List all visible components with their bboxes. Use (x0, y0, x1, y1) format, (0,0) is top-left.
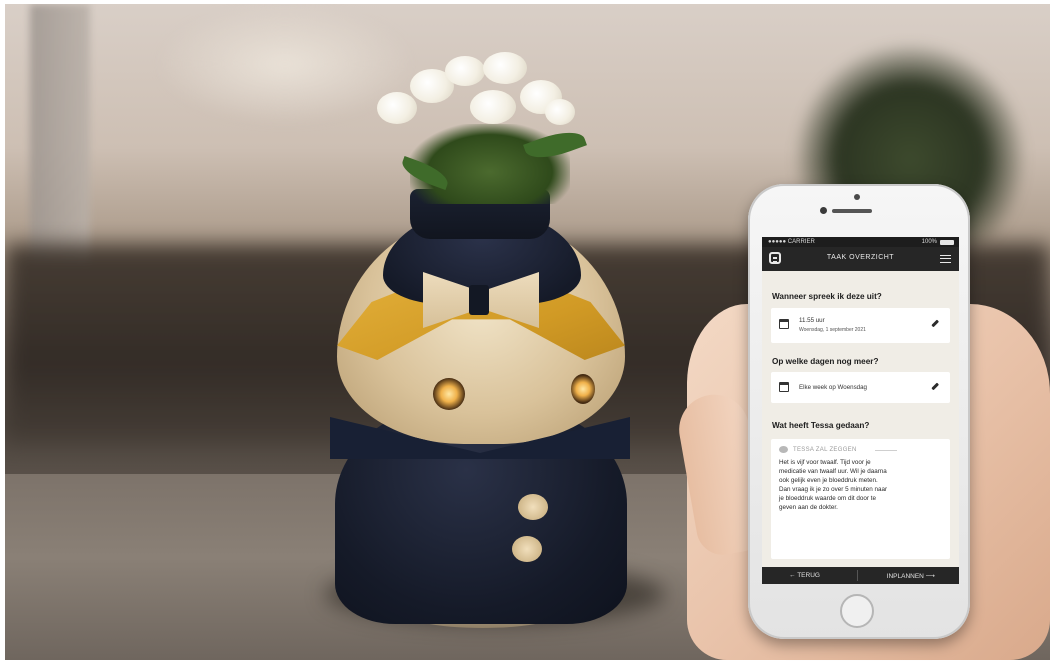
background-window (30, 4, 90, 264)
time-value: 11.55 uur (799, 317, 825, 324)
speech-bubble-icon (779, 446, 788, 453)
hamburger-menu-icon[interactable] (940, 255, 951, 263)
date-value: Woensdag, 1 september 2021 (799, 327, 866, 333)
robot-eye-right (571, 374, 595, 404)
days-card[interactable]: Elke week op Woensdag (771, 372, 950, 403)
calendar-icon (779, 382, 789, 392)
schedule-button[interactable]: INPLANNEN ⟶ (887, 572, 935, 580)
front-camera (820, 207, 827, 214)
bow-tie-knot (469, 285, 489, 315)
robot-coat-button (512, 536, 542, 562)
message-header: TESSA ZAL ZEGGEN (779, 446, 942, 453)
white-flower (483, 52, 527, 84)
battery-icon (940, 240, 954, 245)
earpiece (832, 209, 872, 213)
footer-bar: ← TERUG INPLANNEN ⟶ (762, 567, 959, 584)
white-flower (470, 90, 516, 124)
white-flower (545, 99, 575, 125)
calendar-icon (779, 319, 789, 329)
message-header-label: TESSA ZAL ZEGGEN (793, 447, 857, 453)
app-header: TAAK OVERZICHT (762, 247, 959, 271)
divider (875, 450, 897, 451)
page-title: TAAK OVERZICHT (826, 254, 895, 261)
question-when: Wanneer spreek ik deze uit? (772, 292, 882, 301)
recurrence-value: Elke week op Woensdag (799, 384, 867, 391)
battery-percent: 100% (921, 239, 937, 245)
robot-coat-button (518, 494, 548, 520)
status-bar: ●●●●● CARRIER 100% (762, 237, 959, 247)
phone-screen: ●●●●● CARRIER 100% TAAK OVERZICHT Wannee… (762, 237, 959, 584)
divider (857, 570, 858, 581)
carrier-label: ●●●●● CARRIER (768, 239, 815, 245)
robot-eye-left (433, 378, 465, 410)
proximity-sensor (854, 194, 860, 200)
background-lamp-glow (155, 4, 415, 124)
time-card[interactable]: 11.55 uur Woensdag, 1 september 2021 (771, 308, 950, 343)
white-flower (377, 92, 417, 124)
pencil-icon[interactable] (931, 382, 939, 390)
smartphone: ●●●●● CARRIER 100% TAAK OVERZICHT Wannee… (748, 184, 970, 639)
back-button[interactable]: ← TERUG (789, 572, 820, 579)
question-done: Wat heeft Tessa gedaan? (772, 421, 870, 430)
white-flower (445, 56, 485, 86)
question-days: Op welke dagen nog meer? (772, 357, 879, 366)
message-body: Het is vijf voor twaalf. Tijd voor je me… (779, 459, 888, 511)
pencil-icon[interactable] (931, 319, 939, 327)
home-button[interactable] (840, 594, 874, 628)
message-card[interactable]: TESSA ZAL ZEGGEN Het is vijf voor twaalf… (771, 439, 950, 559)
